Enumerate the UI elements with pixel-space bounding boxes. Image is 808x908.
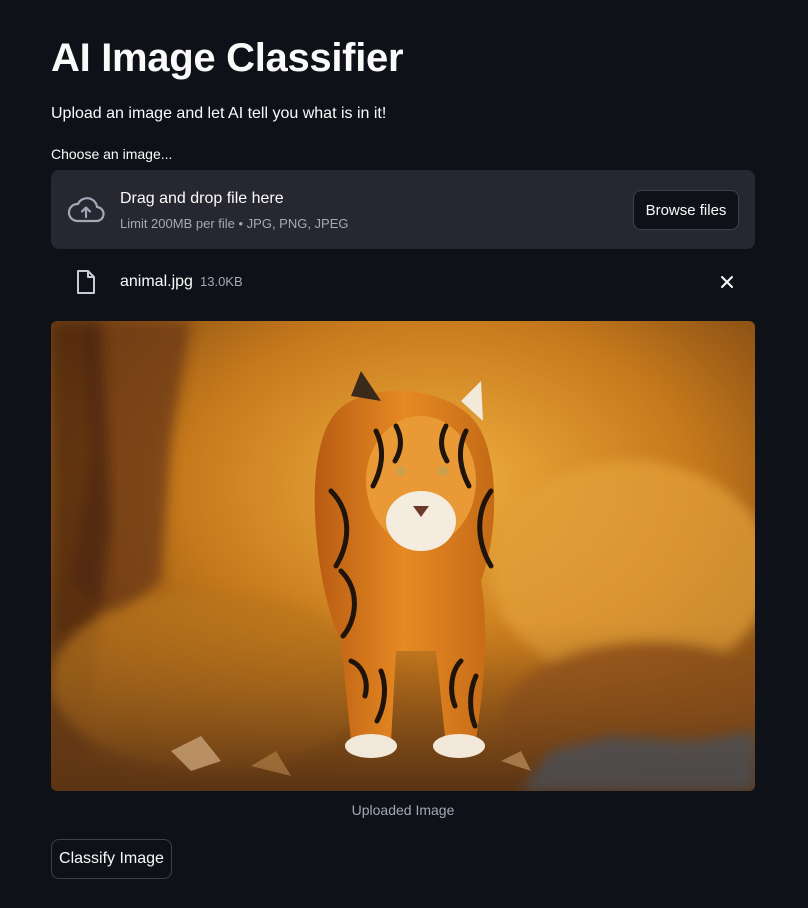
uploader-label: Choose an image... [51,146,173,162]
file-icon [77,270,95,294]
tiger-photo [51,321,755,791]
dropzone-instructions: Drag and drop file here [120,190,284,207]
close-icon [721,276,733,288]
remove-file-button[interactable] [715,270,739,294]
uploaded-file-name: animal.jpg [120,273,193,290]
page-title: AI Image Classifier [51,36,404,80]
uploaded-file-item: animal.jpg 13.0KB [51,262,755,302]
uploaded-file-size: 13.0KB [200,274,243,289]
image-caption: Uploaded Image [351,802,455,818]
cloud-upload-icon [67,197,105,223]
dropzone-limit: Limit 200MB per file • JPG, PNG, JPEG [120,216,349,231]
uploaded-image [51,321,755,791]
page-subtitle: Upload an image and let AI tell you what… [51,105,387,122]
classify-image-button[interactable]: Classify Image [51,839,172,879]
browse-files-button[interactable]: Browse files [633,190,739,230]
file-dropzone[interactable]: Drag and drop file here Limit 200MB per … [51,170,755,249]
